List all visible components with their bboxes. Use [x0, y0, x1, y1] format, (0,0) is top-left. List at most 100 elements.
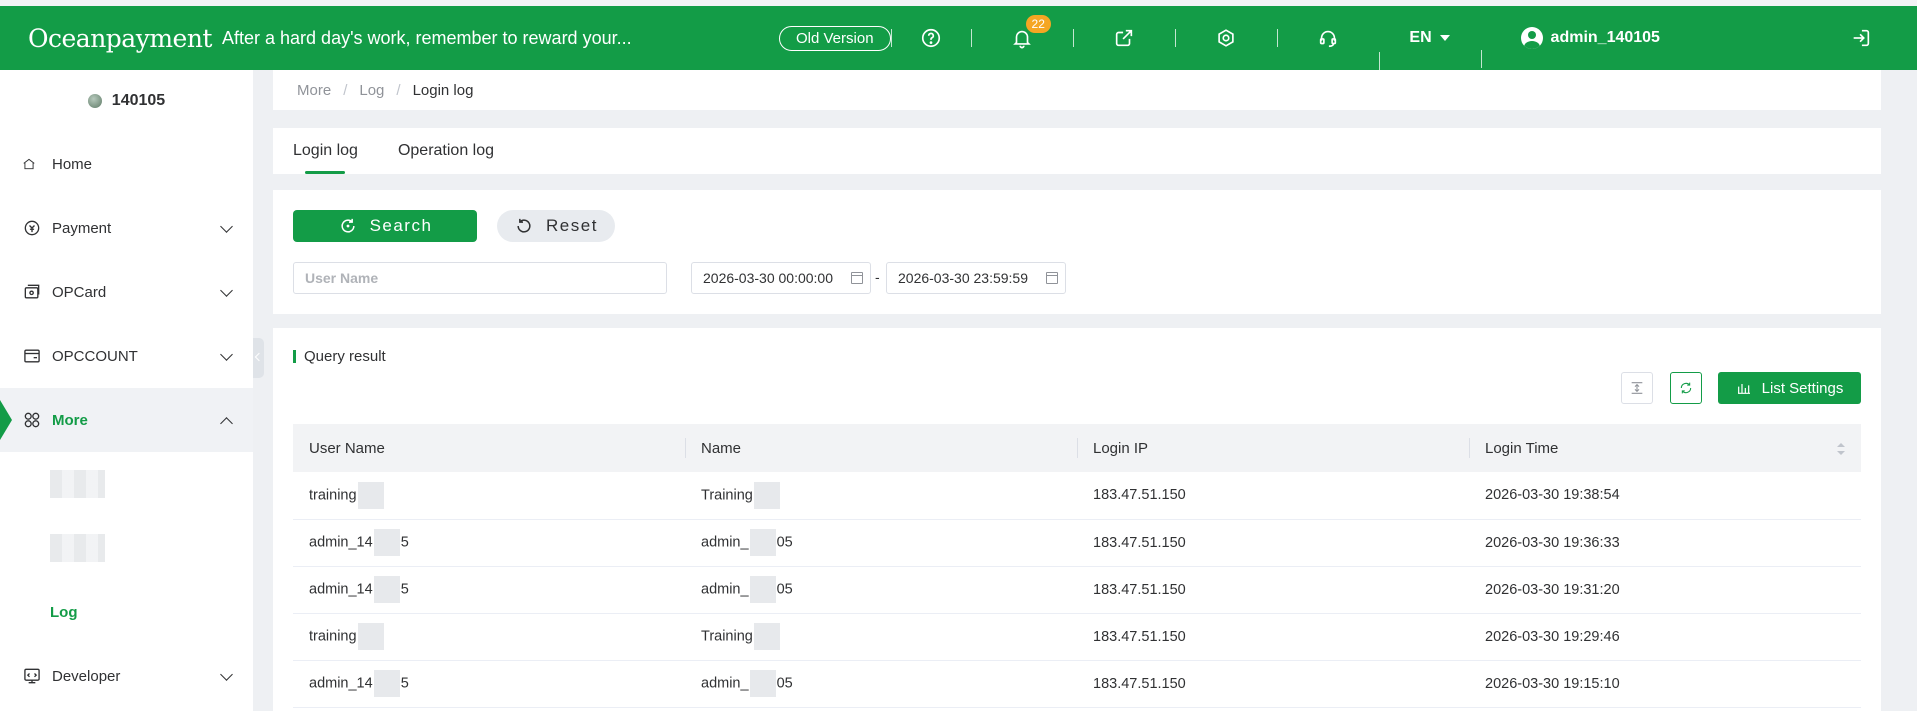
notification-badge: 22	[1025, 15, 1051, 33]
cell-login-ip-text: 183.47.51.150	[1093, 581, 1186, 598]
sidebar-item-opccount[interactable]: OPCCOUNT	[0, 324, 253, 388]
header-slogan: After a hard day's work, remember to rew…	[222, 27, 632, 48]
cell-name: Training	[685, 613, 1077, 661]
redaction-mask	[753, 623, 780, 650]
user-name-input[interactable]: User Name	[293, 262, 667, 294]
developer-icon	[22, 666, 42, 686]
sidebar-item-opcard[interactable]: OPCard	[0, 260, 253, 324]
support-button[interactable]	[1276, 6, 1379, 70]
divider	[1378, 52, 1380, 70]
help-button[interactable]	[890, 6, 971, 70]
chevron-down-icon	[220, 668, 233, 681]
list-settings-button[interactable]: List Settings	[1718, 372, 1861, 404]
query-result-label: Query result	[304, 348, 386, 365]
breadcrumb-item-log[interactable]: Log	[359, 82, 384, 99]
expand-icon	[1631, 382, 1643, 394]
search-button[interactable]: Search	[293, 210, 477, 242]
list-settings-label: List Settings	[1761, 379, 1844, 397]
sidebar-subitem-1[interactable]	[0, 452, 253, 516]
merchant-status-icon	[87, 94, 102, 108]
breadcrumb-item-current: Login log	[412, 81, 474, 99]
column-header-login-ip: Login IP	[1077, 424, 1469, 472]
end-date-value: 2026-03-30 23:59:59	[898, 270, 1028, 286]
language-selector[interactable]: EN	[1378, 29, 1481, 70]
search-button-label: Search	[369, 216, 433, 235]
refresh-button[interactable]	[1670, 372, 1702, 404]
table-header-row: User Name Name Login IP Login Time	[293, 424, 1861, 472]
sidebar-item-label: Home	[52, 155, 93, 173]
table-row: training Training 183.47.51.150 2026-03-30 …	[293, 472, 1861, 520]
sort-icon[interactable]	[1837, 443, 1845, 455]
cell-user-name-text: admin_14	[309, 581, 373, 598]
cell-login-ip-text: 183.47.51.150	[1093, 534, 1186, 551]
redaction-mask	[749, 670, 776, 697]
sidebar-item-label: OPCCOUNT	[52, 347, 138, 365]
divider	[1072, 29, 1074, 47]
notifications-button[interactable]: 22	[970, 6, 1073, 70]
merchant-selector[interactable]: 140105	[0, 70, 253, 132]
logout-button[interactable]	[1850, 27, 1872, 54]
query-result-title: Query result	[293, 348, 386, 365]
cell-name-suffix: 05	[776, 675, 793, 692]
cell-login-time-text: 2026-03-30 19:36:33	[1485, 534, 1620, 551]
language-label: EN	[1409, 29, 1432, 46]
oceanpayment-logo[interactable]: Oceanpayment	[28, 24, 212, 53]
cell-name: admin_ 05	[685, 660, 1077, 708]
breadcrumb-item-more[interactable]: More	[297, 82, 331, 99]
redaction-mask	[357, 481, 384, 509]
redaction-mask	[749, 529, 776, 556]
cell-login-ip: 183.47.51.150	[1077, 660, 1469, 708]
external-link-button[interactable]	[1072, 6, 1175, 70]
cell-login-time: 2026-03-30 19:36:33	[1469, 519, 1861, 567]
sidebar-item-developer[interactable]: Developer	[0, 644, 253, 708]
sidebar-subitem-2[interactable]	[0, 516, 253, 580]
cell-name-text: Training	[701, 628, 753, 645]
cell-name: Training	[685, 472, 1077, 520]
redacted-label	[50, 470, 105, 498]
cell-login-ip-text: 183.47.51.150	[1093, 675, 1186, 692]
redaction-mask	[373, 529, 400, 556]
divider	[970, 29, 972, 47]
redaction-mask	[373, 670, 400, 697]
reset-button[interactable]: Reset	[497, 210, 615, 242]
payment-icon	[22, 218, 42, 238]
cell-login-time-text: 2026-03-30 19:31:20	[1485, 581, 1620, 598]
tab-login-log[interactable]: Login log	[293, 128, 358, 174]
cell-user-name-suffix: 5	[400, 534, 409, 551]
start-date-input[interactable]: 2026-03-30 00:00:00	[691, 262, 871, 294]
old-version-button[interactable]: Old Version	[779, 25, 891, 51]
cell-login-time-text: 2026-03-30 19:29:46	[1485, 628, 1620, 645]
log-tabs: Login log Operation log	[273, 128, 1881, 174]
sidebar-subitem-log[interactable]: Log	[0, 580, 253, 644]
reset-button-label: Reset	[546, 216, 598, 235]
chevron-down-icon	[220, 220, 233, 233]
wallet-icon	[22, 346, 42, 366]
sidebar-item-payment[interactable]: Payment	[0, 196, 253, 260]
cell-name-text: admin_	[701, 581, 749, 598]
logout-icon	[1853, 29, 1870, 47]
cell-user-name: training	[293, 613, 685, 661]
caret-down-icon	[1439, 35, 1450, 41]
end-date-input[interactable]: 2026-03-30 23:59:59	[886, 262, 1066, 294]
tab-operation-log[interactable]: Operation log	[398, 128, 494, 174]
cell-name-text: Training	[701, 487, 753, 504]
sidebar-item-home[interactable]: Home	[0, 132, 253, 196]
cell-login-time-text: 2026-03-30 19:15:10	[1485, 675, 1620, 692]
sidebar-collapse-toggle[interactable]	[253, 338, 264, 378]
query-result-panel: Query result List Settings User Name Nam…	[273, 328, 1881, 711]
sidebar: 140105 Home Payment OPCard OPCCOUNT More…	[0, 70, 253, 711]
cell-login-ip: 183.47.51.150	[1077, 566, 1469, 614]
redaction-mask	[749, 576, 776, 603]
cell-login-time-text: 2026-03-30 19:38:54	[1485, 487, 1620, 504]
sidebar-item-more[interactable]: More	[0, 388, 253, 452]
bar-chart-icon	[1737, 384, 1750, 394]
column-header-login-time[interactable]: Login Time	[1469, 424, 1861, 472]
cell-name: admin_ 05	[685, 519, 1077, 567]
expand-button[interactable]	[1621, 372, 1653, 404]
calendar-icon	[851, 272, 863, 284]
user-menu[interactable]: admin_140105	[1480, 27, 1660, 68]
settings-button[interactable]	[1174, 6, 1277, 70]
breadcrumb-separator: /	[343, 81, 348, 99]
grid-icon	[22, 410, 42, 430]
cell-user-name: training	[293, 472, 685, 520]
